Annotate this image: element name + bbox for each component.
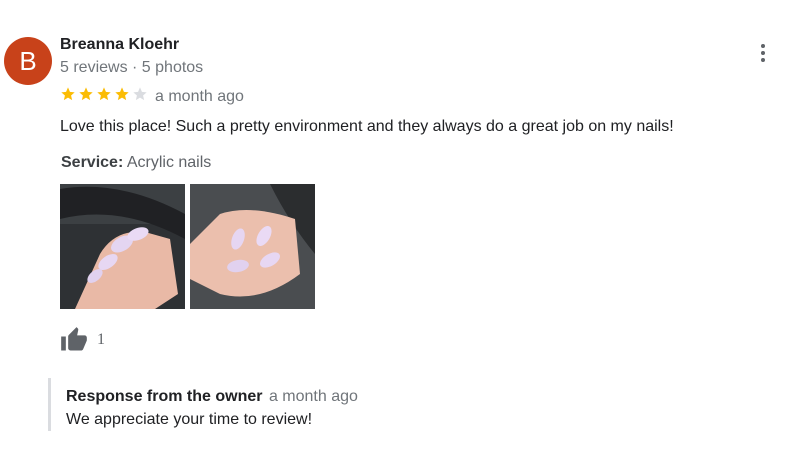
photo-image: [190, 184, 315, 309]
owner-response: Response from the owner a month ago We a…: [48, 378, 451, 431]
star-rating: [60, 86, 150, 102]
response-date: a month ago: [268, 388, 358, 405]
reviewer-name[interactable]: Breanna Kloehr: [60, 36, 179, 54]
review-date: a month ago: [155, 88, 244, 105]
service-label: Service:: [61, 154, 124, 171]
like-button[interactable]: 1: [59, 326, 105, 354]
response-header: Response from the owner a month ago: [66, 388, 358, 406]
review-photo-2[interactable]: [190, 184, 315, 309]
star-icon: [133, 87, 147, 101]
review-text: Love this place! Such a pretty environme…: [60, 118, 674, 135]
avatar-letter: B: [19, 45, 37, 76]
like-count: 1: [97, 331, 105, 348]
star-icon: [115, 87, 129, 101]
reviewer-meta: 5 reviews · 5 photos: [60, 59, 204, 76]
service-value: Acrylic nails: [126, 154, 212, 171]
response-title: Response from the owner: [66, 388, 263, 405]
response-text: We appreciate your time to review!: [66, 411, 313, 428]
photo-image: [60, 184, 185, 309]
star-icon: [97, 87, 111, 101]
thumb-up-icon: [61, 327, 87, 351]
star-icon: [79, 87, 93, 101]
review-photo-1[interactable]: [60, 184, 185, 309]
star-icon: [61, 87, 75, 101]
more-vert-icon: [754, 44, 772, 62]
service-line: Service: Acrylic nails: [61, 154, 211, 172]
more-options-button[interactable]: [754, 44, 772, 68]
avatar[interactable]: B: [4, 37, 52, 85]
